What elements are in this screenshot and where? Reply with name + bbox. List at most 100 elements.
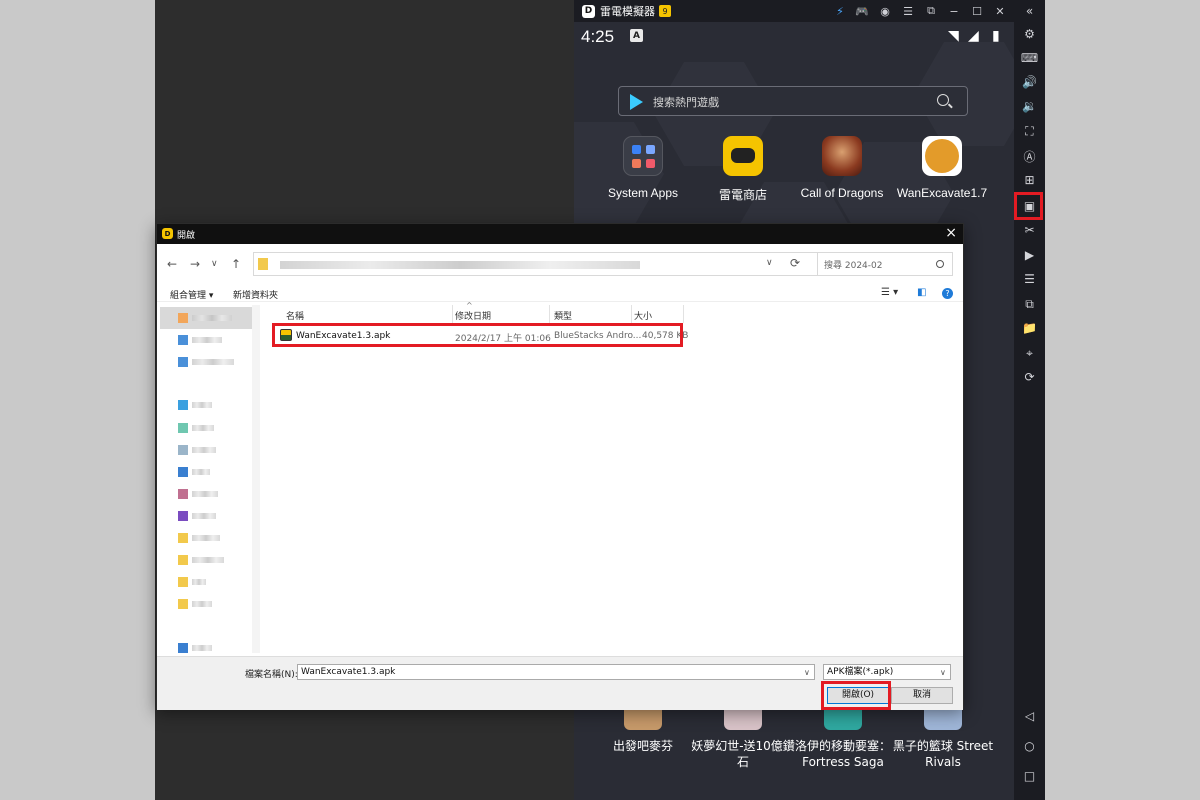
install-apk-highlight	[1014, 192, 1043, 220]
app-thumbnail-icon	[724, 708, 762, 730]
search-placeholder: 搜索熱門遊戲	[653, 96, 719, 109]
shake-icon[interactable]: ⧉	[1019, 294, 1040, 314]
app-system-apps[interactable]: System Apps	[593, 136, 693, 200]
record-icon[interactable]: ▶	[1019, 245, 1040, 265]
view-options-icon[interactable]: ☰ ▾	[881, 287, 898, 298]
dialog-titlebar: D 開啟 ×	[157, 224, 963, 244]
recents-icon[interactable]: □	[1019, 766, 1040, 786]
column-header-size[interactable]: 大小	[634, 309, 652, 322]
app-bottom-4[interactable]: 黑子的籃球 Street Rivals	[888, 708, 998, 770]
open-file-dialog: D 開啟 × ← → ∨ ↑ ∨ ⟳ 搜尋 2024-02 組合管理 ▾ 新增資…	[156, 223, 964, 710]
app-bottom-2[interactable]: 妖夢幻世-送10億鑽石	[688, 708, 798, 770]
command-bar: 組合管理 ▾ 新增資料夾 ☰ ▾ ◧ ?	[157, 284, 963, 302]
app-thumbnail-icon	[624, 708, 662, 730]
ldplayer-logo-icon: D	[162, 228, 173, 239]
app-call-of-dragons[interactable]: Call of Dragons	[792, 136, 892, 200]
recent-dropdown-icon[interactable]: ∨	[211, 259, 218, 269]
file-type-select[interactable]: APK檔案(*.apk) ∨	[823, 664, 951, 680]
folder-icon[interactable]: 📁	[1019, 318, 1040, 338]
back-icon[interactable]: ◁	[1019, 706, 1040, 726]
file-list: ^ 名稱 修改日期 類型 大小 WanExcavate1.3.apk 2024/…	[262, 301, 962, 653]
emulator-titlebar: D 雷電模擬器 9 ⚡ 🎮 ◉ ☰ ⧉ − ☐ ✕	[574, 0, 1014, 22]
column-header-name[interactable]: 名稱	[286, 309, 304, 322]
search-icon[interactable]	[937, 94, 949, 106]
file-type-dropdown-icon[interactable]: ∨	[940, 666, 946, 680]
game-search-bar[interactable]: 搜索熱門遊戲	[618, 86, 968, 116]
filename-input[interactable]: WanExcavate1.3.apk ∨	[297, 664, 815, 680]
settings-icon[interactable]: ⚙	[1019, 24, 1040, 44]
home-icon[interactable]: ○	[1019, 736, 1040, 756]
help-icon[interactable]: ?	[942, 288, 953, 299]
app-ld-store[interactable]: 雷電商店	[693, 136, 793, 203]
multi-instance-icon[interactable]: ⊞	[1019, 170, 1040, 190]
app-thumbnail-icon	[924, 708, 962, 730]
volume-up-icon[interactable]: 🔊	[1019, 72, 1040, 92]
app-label: 黑子的籃球 Street Rivals	[892, 739, 994, 769]
column-header-type[interactable]: 類型	[554, 309, 572, 322]
ld-store-icon	[723, 136, 763, 176]
filename-dropdown-icon[interactable]: ∨	[804, 666, 810, 680]
battery-icon: ▮	[992, 28, 1000, 44]
navigation-scrollbar[interactable]	[252, 305, 260, 653]
lightning-icon[interactable]: ⚡	[832, 3, 848, 19]
file-highlight	[272, 323, 683, 347]
app-label: 出發吧麥芬	[612, 739, 673, 753]
minimize-icon[interactable]: −	[946, 3, 962, 19]
refresh-icon[interactable]: ⟳	[790, 256, 800, 270]
folder-search-placeholder: 搜尋 2024-02	[824, 261, 883, 271]
folder-search-box[interactable]: 搜尋 2024-02	[817, 252, 953, 276]
gamepad-icon[interactable]: 🎮	[854, 3, 870, 19]
volume-down-icon[interactable]: 🔉	[1019, 96, 1040, 116]
wanexcavate-icon	[922, 136, 962, 176]
search-icon[interactable]	[936, 260, 944, 268]
file-type-value: APK檔案(*.apk)	[827, 667, 894, 677]
open-button-highlight	[821, 681, 891, 710]
new-folder-button[interactable]: 新增資料夾	[233, 288, 278, 301]
organize-menu[interactable]: 組合管理 ▾	[170, 288, 213, 301]
navigation-pane	[160, 305, 260, 653]
wifi-icon: ◥	[948, 28, 959, 44]
dialog-footer: 檔案名稱(N): WanExcavate1.3.apk ∨ APK檔案(*.ap…	[157, 656, 963, 710]
operation-record-icon[interactable]: ☰	[1019, 269, 1040, 289]
collapse-sidebar-icon[interactable]: «	[1019, 1, 1040, 21]
keyboard-icon[interactable]: ⌨	[1019, 48, 1040, 68]
emulator-title: 雷電模擬器	[600, 5, 655, 18]
vip-badge-icon[interactable]: 9	[659, 5, 671, 17]
emulator-sidebar: « ⚙ ⌨ 🔊 🔉 ⛶ Ⓐ ⊞ ▣ ✂ ▶ ☰ ⧉ 📁 ⌖ ⟳ ◁ ○ □	[1014, 0, 1045, 800]
preview-pane-icon[interactable]: ◧	[917, 287, 926, 298]
app-thumbnail-icon	[824, 708, 862, 730]
dialog-close-icon[interactable]: ×	[945, 225, 957, 241]
app-wanexcavate[interactable]: WanExcavate1.7	[892, 136, 992, 200]
signal-icon: ◢	[968, 28, 979, 44]
status-time: 4:25	[581, 27, 615, 46]
app-bottom-1[interactable]: 出發吧麥芬	[588, 708, 698, 754]
up-arrow-icon[interactable]: ↑	[231, 257, 241, 271]
rotate-icon[interactable]: ⟳	[1019, 367, 1040, 387]
app-label: 雷電商店	[718, 188, 767, 202]
play-store-icon	[630, 94, 643, 110]
app-bottom-3[interactable]: 洛伊的移動要塞：Fortress Saga	[788, 708, 898, 770]
address-dropdown-icon[interactable]: ∨	[766, 258, 773, 268]
cancel-button[interactable]: 取消	[891, 687, 953, 704]
filename-value: WanExcavate1.3.apk	[301, 667, 396, 677]
notification-a-icon: A	[630, 29, 643, 42]
maximize-icon[interactable]: ☐	[969, 3, 985, 19]
redacted-path	[280, 261, 640, 269]
location-icon[interactable]: ⌖	[1019, 343, 1040, 363]
filename-label: 檔案名稱(N):	[245, 670, 298, 680]
app-label: 洛伊的移動要塞：Fortress Saga	[794, 739, 891, 769]
back-arrow-icon[interactable]: ←	[167, 257, 177, 271]
forward-arrow-icon[interactable]: →	[190, 257, 200, 271]
column-header-modified[interactable]: 修改日期	[455, 309, 491, 322]
app-label: System Apps	[607, 186, 679, 200]
auto-icon[interactable]: Ⓐ	[1019, 146, 1040, 166]
scissors-icon[interactable]: ✂	[1019, 220, 1040, 240]
window-icon[interactable]: ⧉	[923, 3, 939, 19]
app-label: Call of Dragons	[800, 186, 884, 200]
menu-icon[interactable]: ☰	[900, 3, 916, 19]
close-icon[interactable]: ✕	[992, 3, 1008, 19]
call-of-dragons-icon	[822, 136, 862, 176]
account-icon[interactable]: ◉	[877, 3, 893, 19]
fullscreen-icon[interactable]: ⛶	[1019, 121, 1040, 141]
app-label: WanExcavate1.7	[896, 186, 988, 200]
